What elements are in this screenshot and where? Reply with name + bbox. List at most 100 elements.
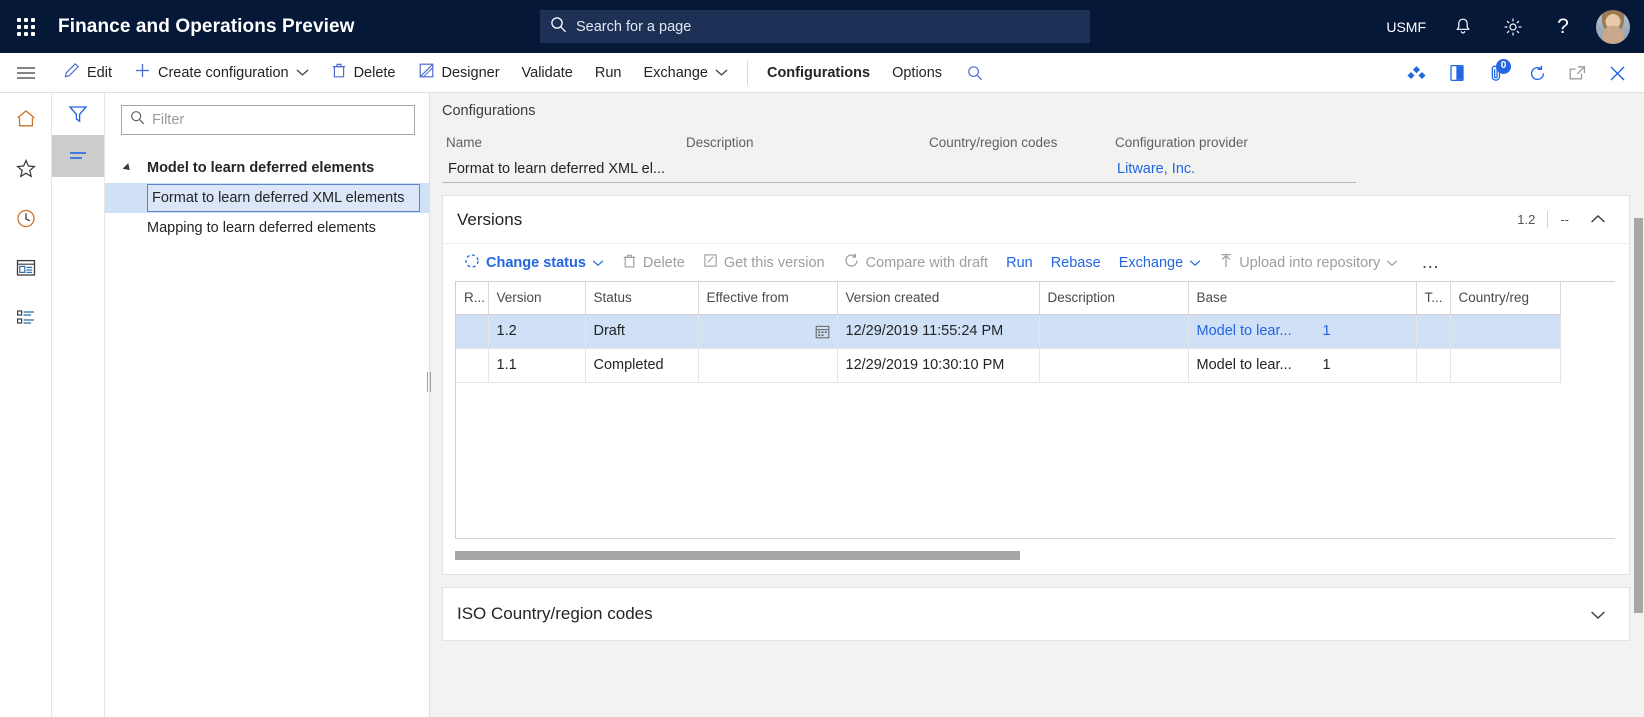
edit-button[interactable]: Edit bbox=[52, 53, 123, 93]
column-header-version-created[interactable]: Version created bbox=[837, 282, 1040, 315]
content-vertical-scrollbar[interactable] bbox=[1634, 218, 1643, 688]
create-configuration-button[interactable]: Create configuration bbox=[123, 53, 320, 93]
action-pane-search-icon[interactable] bbox=[953, 53, 997, 93]
delete-button[interactable]: Delete bbox=[320, 53, 407, 93]
column-header-version[interactable]: Version bbox=[488, 282, 586, 315]
calendar-icon[interactable] bbox=[815, 324, 830, 343]
expand-triangle-icon[interactable] bbox=[121, 160, 137, 176]
versions-summary: 1.2 -- bbox=[1505, 203, 1615, 237]
iso-country-region-codes-card[interactable]: ISO Country/region codes bbox=[442, 587, 1630, 641]
filter-funnel-icon[interactable] bbox=[52, 93, 104, 135]
cell-base-value[interactable]: 1 bbox=[1323, 323, 1331, 339]
column-header-status[interactable]: Status bbox=[585, 282, 699, 315]
cell-version[interactable]: 1.2 bbox=[488, 314, 586, 349]
table-row[interactable]: 1.2 Draft 12/29/2019 11:55:24 PM Model t… bbox=[456, 314, 1561, 349]
cell-country-region[interactable] bbox=[1450, 314, 1561, 349]
attachments-badge: 0 bbox=[1496, 59, 1511, 74]
cell-status[interactable]: Completed bbox=[585, 348, 699, 383]
cell-effective-from[interactable] bbox=[698, 348, 838, 383]
home-icon[interactable] bbox=[8, 101, 44, 135]
gear-icon[interactable] bbox=[1488, 0, 1538, 53]
tree-node-model[interactable]: Model to learn deferred elements bbox=[105, 153, 429, 183]
column-header-effective-from[interactable]: Effective from bbox=[698, 282, 838, 315]
field-name-label: Name bbox=[446, 135, 483, 150]
cell-base[interactable]: Model to lear... 1 bbox=[1188, 314, 1417, 349]
grid-run-button[interactable]: Run bbox=[997, 247, 1042, 279]
relationships-icon[interactable] bbox=[1398, 53, 1436, 93]
rebase-button[interactable]: Rebase bbox=[1042, 247, 1110, 279]
iso-card-header[interactable]: ISO Country/region codes bbox=[443, 588, 1629, 640]
question-mark-icon[interactable]: ? bbox=[1538, 0, 1588, 53]
search-input[interactable] bbox=[576, 18, 1080, 35]
close-icon[interactable] bbox=[1598, 53, 1636, 93]
field-name-value[interactable]: Format to learn deferred XML el... bbox=[442, 157, 682, 183]
global-search-box[interactable] bbox=[540, 10, 1090, 43]
workspaces-icon[interactable] bbox=[8, 251, 44, 285]
cell-description[interactable] bbox=[1039, 348, 1189, 383]
change-status-button[interactable]: Change status bbox=[455, 247, 613, 279]
hamburger-menu-icon[interactable] bbox=[0, 53, 52, 93]
top-navigation-bar: Finance and Operations Preview USMF ? bbox=[0, 0, 1644, 53]
field-country-region-codes-value[interactable] bbox=[925, 157, 1111, 183]
grid-exchange-button[interactable]: Exchange bbox=[1110, 247, 1211, 279]
iso-card-title: ISO Country/region codes bbox=[457, 604, 653, 623]
app-launcher-icon[interactable] bbox=[0, 0, 52, 53]
attachments-icon[interactable]: 0 bbox=[1478, 53, 1516, 93]
grid-horizontal-scrollbar[interactable] bbox=[455, 551, 1615, 560]
cell-country-region[interactable] bbox=[1450, 348, 1561, 383]
cell-base[interactable]: Model to lear... 1 bbox=[1188, 348, 1417, 383]
column-header-description[interactable]: Description bbox=[1039, 282, 1189, 315]
cell-status[interactable]: Draft bbox=[585, 314, 699, 349]
bell-icon[interactable] bbox=[1438, 0, 1488, 53]
table-row[interactable]: 1.1 Completed 12/29/2019 10:30:10 PM Mod… bbox=[456, 348, 1561, 383]
tree-node-format[interactable]: Format to learn deferred XML elements bbox=[105, 183, 429, 213]
page-body: Model to learn deferred elements Format … bbox=[0, 93, 1644, 717]
column-header-country-region[interactable]: Country/reg bbox=[1450, 282, 1561, 315]
exchange-button[interactable]: Exchange bbox=[632, 53, 739, 93]
cell-r[interactable] bbox=[456, 314, 489, 349]
tree-node-label: Format to learn deferred XML elements bbox=[152, 190, 405, 206]
user-avatar[interactable] bbox=[1596, 9, 1630, 44]
content-vertical-scrollbar-thumb[interactable] bbox=[1634, 218, 1643, 613]
tree-node-mapping[interactable]: Mapping to learn deferred elements bbox=[105, 213, 429, 243]
overflow-menu-button[interactable]: … bbox=[1413, 252, 1448, 273]
cell-effective-from[interactable] bbox=[698, 314, 838, 349]
cell-base-name: Model to lear... bbox=[1196, 357, 1292, 373]
field-description-value[interactable] bbox=[682, 157, 925, 183]
tab-configurations[interactable]: Configurations bbox=[756, 53, 881, 93]
cell-version-created[interactable]: 12/29/2019 10:30:10 PM bbox=[837, 348, 1040, 383]
designer-button[interactable]: Designer bbox=[407, 53, 511, 93]
cell-description[interactable] bbox=[1039, 314, 1189, 349]
tree-filter-input[interactable] bbox=[152, 112, 406, 128]
star-favorites-icon[interactable] bbox=[8, 151, 44, 185]
top-bar-right-controls: USMF ? bbox=[1374, 0, 1644, 53]
chevron-down-icon[interactable] bbox=[1581, 597, 1615, 631]
column-header-base[interactable]: Base bbox=[1188, 282, 1417, 315]
chevron-up-icon[interactable] bbox=[1581, 203, 1615, 237]
rebase-label: Rebase bbox=[1050, 254, 1101, 271]
versions-grid[interactable]: R... Version Status Effective from Versi… bbox=[455, 281, 1615, 539]
cell-t[interactable] bbox=[1416, 348, 1451, 383]
cell-r[interactable] bbox=[456, 348, 489, 383]
open-in-new-window-icon[interactable] bbox=[1558, 53, 1596, 93]
run-button[interactable]: Run bbox=[584, 53, 633, 93]
validate-button[interactable]: Validate bbox=[511, 53, 584, 93]
cell-version[interactable]: 1.1 bbox=[488, 348, 586, 383]
cell-t[interactable] bbox=[1416, 314, 1451, 349]
company-selector[interactable]: USMF bbox=[1374, 0, 1438, 53]
refresh-icon[interactable] bbox=[1518, 53, 1556, 93]
tab-configurations-label: Configurations bbox=[766, 64, 871, 81]
modules-list-icon[interactable] bbox=[8, 301, 44, 335]
pane-splitter-handle[interactable] bbox=[426, 371, 432, 393]
grid-horizontal-scrollbar-thumb[interactable] bbox=[455, 551, 1020, 560]
field-configuration-provider-value[interactable]: Litware, Inc. bbox=[1111, 157, 1356, 183]
list-lines-icon[interactable] bbox=[52, 135, 104, 177]
column-header-r[interactable]: R... bbox=[456, 282, 489, 315]
cell-base-name[interactable]: Model to lear... bbox=[1197, 323, 1305, 339]
tab-options[interactable]: Options bbox=[881, 53, 953, 93]
tree-filter-box[interactable] bbox=[121, 105, 415, 135]
cell-version-created[interactable]: 12/29/2019 11:55:24 PM bbox=[837, 314, 1040, 349]
column-header-t[interactable]: T... bbox=[1416, 282, 1451, 315]
clock-recent-icon[interactable] bbox=[8, 201, 44, 235]
office-app-icon[interactable] bbox=[1438, 53, 1476, 93]
